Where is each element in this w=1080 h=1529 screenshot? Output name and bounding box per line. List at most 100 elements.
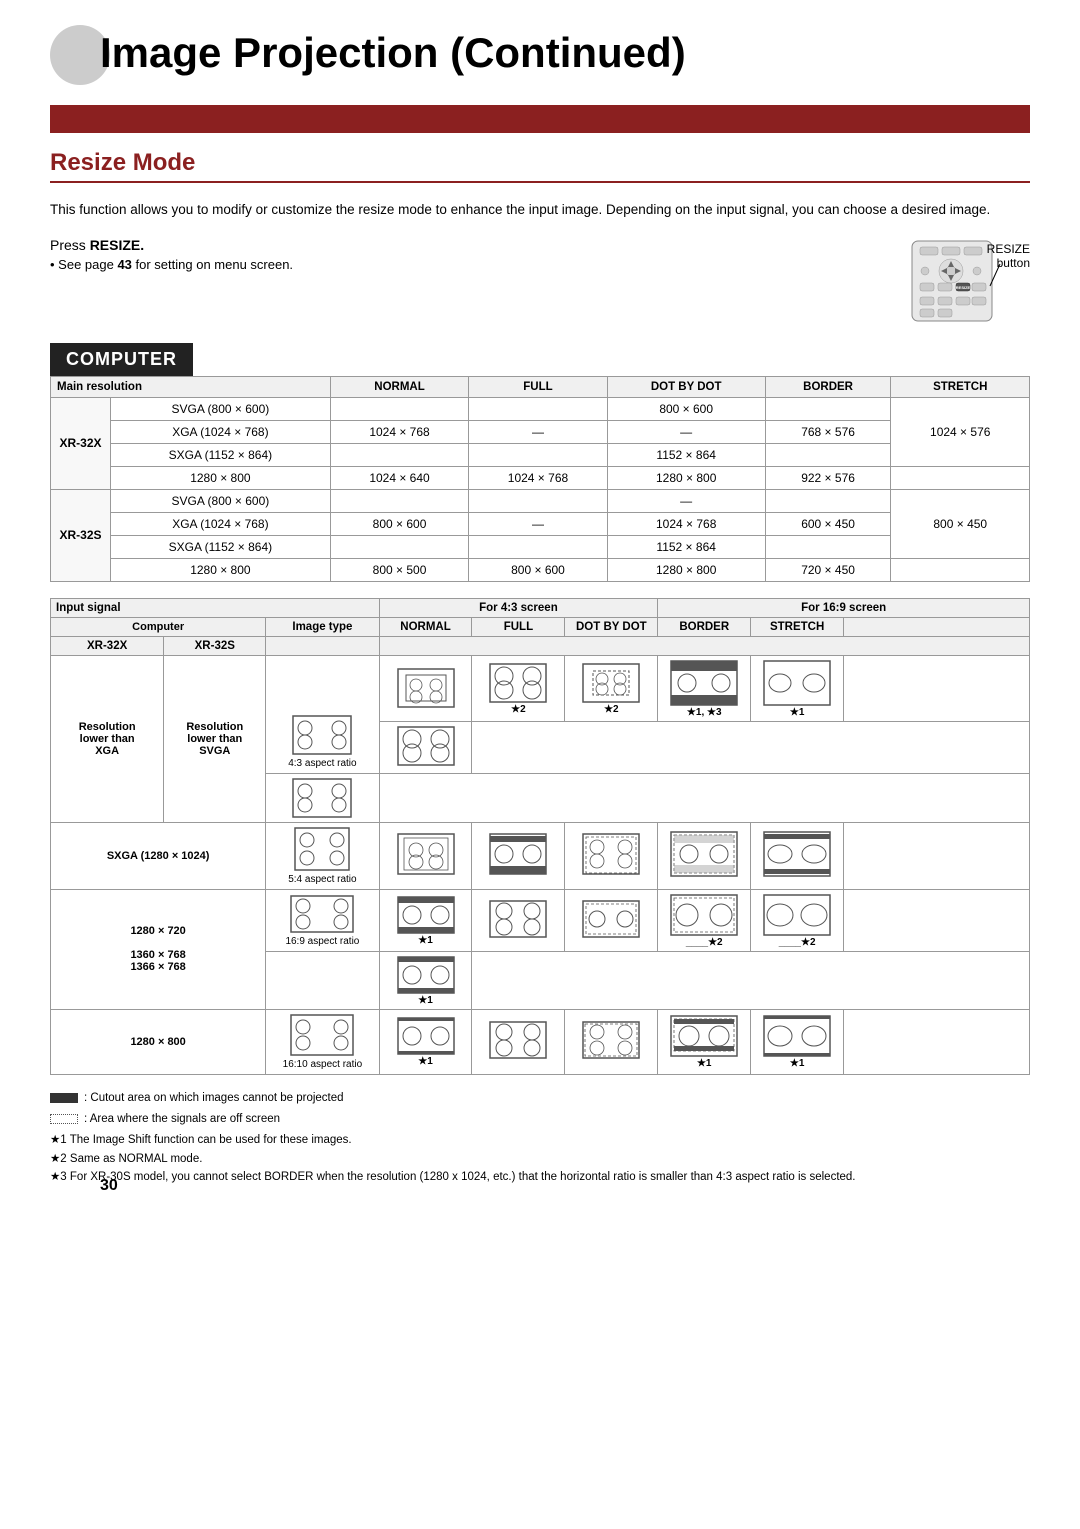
star1-1280x800-stretch: ★1 [790, 1058, 805, 1069]
1280x800-empty [844, 1009, 1030, 1074]
star2-label: ★2 [511, 704, 526, 715]
dotbydot-cell: 1152 × 864 [607, 535, 765, 558]
aspect-43-label: 4:3 aspect ratio [266, 655, 379, 773]
resolution-cell: 1280 × 800 [111, 558, 331, 581]
star1-1280x768: ★1 [418, 995, 433, 1006]
dotbydot-cell: 1280 × 800 [607, 466, 765, 489]
table-row: SXGA (1152 × 864) 1152 × 864 [51, 535, 1030, 558]
normal-169-screen: ★1 [385, 895, 467, 946]
th-border-169: BORDER [658, 617, 751, 636]
table-row: XR-32X SVGA (800 × 600) 800 × 600 1024 ×… [51, 397, 1030, 420]
th-full: FULL [469, 376, 607, 397]
full-cell: — [469, 420, 607, 443]
screen-dotbydot-cell: ★2 [565, 655, 658, 721]
image-type-higher [266, 773, 379, 822]
screen-full-cell: ★2 [472, 655, 565, 721]
full-cell: — [469, 512, 607, 535]
th-image-type2 [266, 636, 379, 655]
sxga-normal [379, 822, 472, 889]
1280x800-full-svg [488, 1020, 548, 1060]
dotbydot-cell: 1152 × 864 [607, 443, 765, 466]
1280x800-border-screen: ★1 [663, 1014, 745, 1069]
table-row: XGA (1024 × 768) 800 × 600 — 1024 × 768 … [51, 512, 1030, 535]
rust-bar-decoration [50, 105, 1030, 133]
normal-cell: 800 × 500 [330, 558, 468, 581]
th-stretch-169: STRETCH [751, 617, 844, 636]
1280x800-border: ★1 [658, 1009, 751, 1074]
border-cell: 768 × 576 [765, 420, 891, 443]
169-dotbydot [565, 889, 658, 951]
th-extra [844, 617, 1030, 636]
empty-span [472, 721, 1030, 773]
th-for43: For 4:3 screen [379, 598, 658, 617]
dotted-legend-text: : Area where the signals are off screen [84, 1110, 280, 1128]
full-cell: 1024 × 768 [469, 466, 607, 489]
press-page-number: 43 [117, 257, 131, 272]
th-normal-43: NORMAL [379, 617, 472, 636]
normal-cell: 1024 × 640 [330, 466, 468, 489]
th-dotbydot-43: DOT BY DOT [565, 617, 658, 636]
svg-text:RESIZE: RESIZE [956, 285, 971, 290]
full-screen-svg [488, 662, 548, 704]
th-xr32s: XR-32S [164, 636, 266, 655]
sxga-border [658, 822, 751, 889]
footnotes-section: : Cutout area on which images cannot be … [50, 1089, 1030, 1187]
aspect-54-svg [293, 826, 351, 872]
signal-row-sxga: SXGA (1280 × 1024) 5:4 aspect ratio [51, 822, 1030, 889]
signal-row-1280x720: 1280 × 7201360 × 7681366 × 768 16:9 aspe… [51, 889, 1030, 951]
xr32x-res-low: Resolutionlower thanXGA [51, 655, 164, 822]
star2-stretch: ____★2 [779, 937, 816, 948]
signal-row-1280x800: 1280 × 800 16:10 aspect ratio [51, 1009, 1030, 1074]
sxga-stretch-svg [762, 830, 832, 878]
stretch-169-svg [762, 659, 832, 707]
border-cell [765, 443, 891, 466]
footnote-2: ★2 Same as NORMAL mode. [50, 1150, 1030, 1168]
169-full-svg [488, 899, 548, 939]
solid-legend-box [50, 1093, 78, 1103]
stretch-cell: 800 × 450 [891, 489, 1030, 558]
dotbydot-cell: 1024 × 768 [607, 512, 765, 535]
1280x800-stretch-svg [762, 1014, 832, 1058]
sxga-normal-svg [396, 832, 456, 876]
sxga-full [472, 822, 565, 889]
stretch-169-screen2: ____★2 [756, 893, 838, 948]
th-for169: For 16:9 screen [658, 598, 1030, 617]
star13-label: ★1, ★3 [687, 707, 722, 718]
th-image-type: Image type [266, 617, 379, 636]
aspect-1610-cell: 16:10 aspect ratio [266, 1009, 379, 1074]
normal-cell [330, 397, 468, 420]
remote-image: RESIZE RESIZEbutton [870, 237, 1030, 327]
border-cell: 720 × 450 [765, 558, 891, 581]
resolution-cell: 1280 × 800 [111, 466, 331, 489]
screen-43-svg [291, 714, 353, 756]
169-border: ____★2 [658, 889, 751, 951]
aspect-169-svg [289, 894, 355, 934]
normal-cell: 800 × 600 [330, 512, 468, 535]
sxga-border-svg [669, 830, 739, 878]
dotbydot-cell: 1280 × 800 [607, 558, 765, 581]
aspect-169-cell: 16:9 aspect ratio [266, 889, 379, 951]
th-computer: Computer [51, 617, 266, 636]
dotbydot-cell: 800 × 600 [607, 397, 765, 420]
1280x800-stretch: ★1 [751, 1009, 844, 1074]
star1-stretch-label: ★1 [790, 707, 805, 718]
169-normal-star1: ★1 [379, 889, 472, 951]
border-cell [765, 535, 891, 558]
border-cell: 922 × 576 [765, 466, 891, 489]
legend-dotted: : Area where the signals are off screen [50, 1110, 1030, 1128]
169-full [472, 889, 565, 951]
higher-43-svg [291, 777, 353, 819]
1280x800-dotbydot-svg [581, 1020, 641, 1060]
stretch-169-screen: ★1 [756, 659, 838, 718]
169-stretch: ____★2 [751, 889, 844, 951]
1280x768-normal-svg [396, 955, 456, 995]
star1-1280x800-border: ★1 [697, 1058, 712, 1069]
th-xr32x: XR-32X [51, 636, 164, 655]
screen-normal-cell [379, 655, 472, 721]
th-full-43: FULL [472, 617, 565, 636]
1280x800-normal-svg [396, 1016, 456, 1056]
normal-cell [330, 443, 468, 466]
th-stretch: STRETCH [891, 376, 1030, 397]
border-169-screen: ★1, ★3 [663, 659, 745, 718]
press-label: Press RESIZE. [50, 237, 850, 253]
